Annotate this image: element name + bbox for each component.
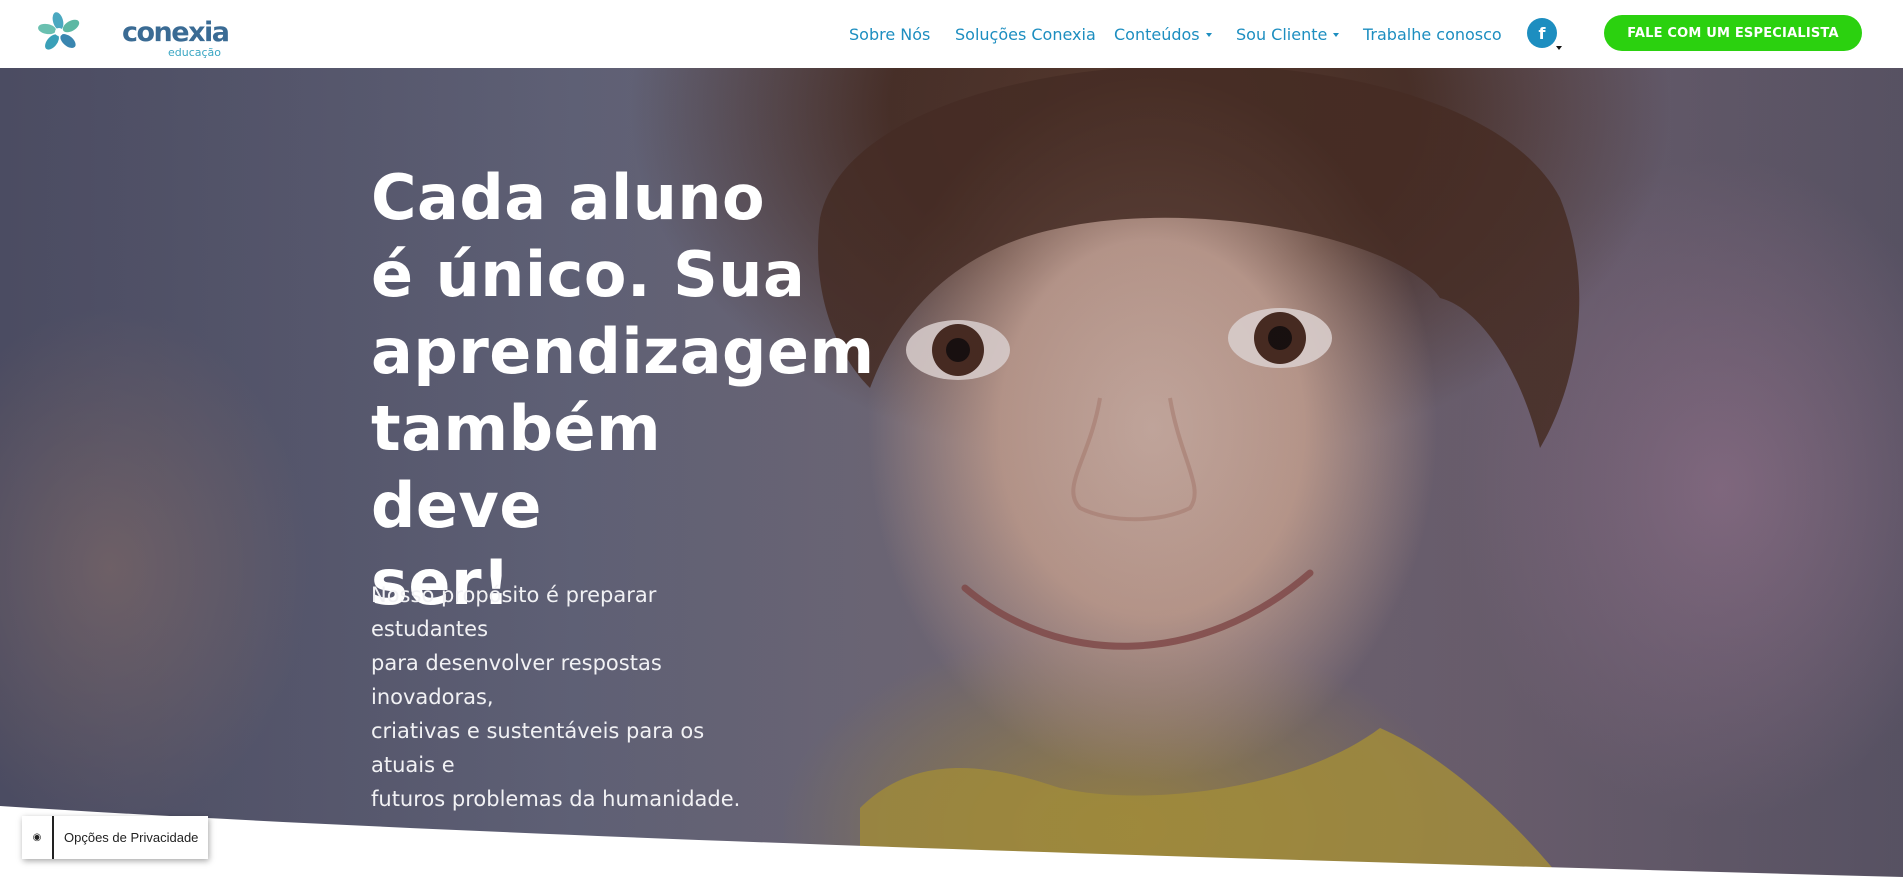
- facebook-glyph: f: [1538, 23, 1546, 43]
- hero-bottom-curve: [0, 806, 1903, 877]
- nav-conteudos[interactable]: Conteúdos: [1114, 22, 1212, 46]
- hero-text-line: futuros problemas da humanidade.: [371, 787, 741, 811]
- hero-title-line: é único. Sua: [371, 238, 806, 311]
- conexia-logo[interactable]: conexia educação: [38, 9, 230, 59]
- hero-banner: Cada aluno é único. Sua aprendizagem tam…: [0, 68, 1903, 877]
- conexia-flower-icon: [38, 12, 80, 50]
- hero-text-line: Nosso propósito é preparar estudantes: [371, 583, 657, 641]
- nav-solucoes-conexia[interactable]: Soluções Conexia: [955, 22, 1096, 46]
- language-caret-icon[interactable]: [1556, 46, 1562, 50]
- fale-com-especialista-button[interactable]: FALE COM UM ESPECIALISTA: [1604, 15, 1862, 51]
- site-header: conexia educação Sobre Nós Soluções Cone…: [0, 0, 1903, 68]
- hero-title-line: aprendizagem: [371, 315, 875, 388]
- nav-trabalhe-conosco[interactable]: Trabalhe conosco: [1363, 22, 1502, 46]
- privacy-options-button[interactable]: ◉ Opções de Privacidade: [22, 816, 209, 859]
- logo-tagline: educação: [168, 46, 222, 59]
- privacy-label: Opções de Privacidade: [64, 830, 199, 845]
- nav-label: Soluções Conexia: [955, 24, 1096, 44]
- hero-title-line: Cada aluno: [371, 161, 766, 234]
- hero-text-line: criativas e sustentáveis para os atuais …: [371, 719, 705, 777]
- nav-sou-cliente[interactable]: Sou Cliente: [1236, 22, 1340, 46]
- caret-down-icon: [1205, 33, 1212, 37]
- hero-title: Cada aluno é único. Sua aprendizagem tam…: [371, 159, 874, 621]
- hero-text-line: para desenvolver respostas inovadoras,: [371, 651, 662, 709]
- hero-title-line: também deve: [371, 392, 662, 542]
- facebook-icon[interactable]: f: [1527, 18, 1557, 48]
- nav-sobre-nos[interactable]: Sobre Nós: [849, 22, 930, 46]
- nav-label: Sobre Nós: [849, 24, 931, 44]
- caret-down-icon: [1333, 33, 1340, 37]
- logo-wordmark: conexia: [122, 17, 230, 48]
- privacy-eye-icon: ◉: [22, 816, 54, 859]
- nav-label: Conteúdos: [1114, 24, 1200, 44]
- nav-label: Sou Cliente: [1236, 24, 1328, 44]
- hero-description: Nosso propósito é preparar estudantes pa…: [371, 578, 771, 816]
- nav-label: Trabalhe conosco: [1363, 24, 1502, 44]
